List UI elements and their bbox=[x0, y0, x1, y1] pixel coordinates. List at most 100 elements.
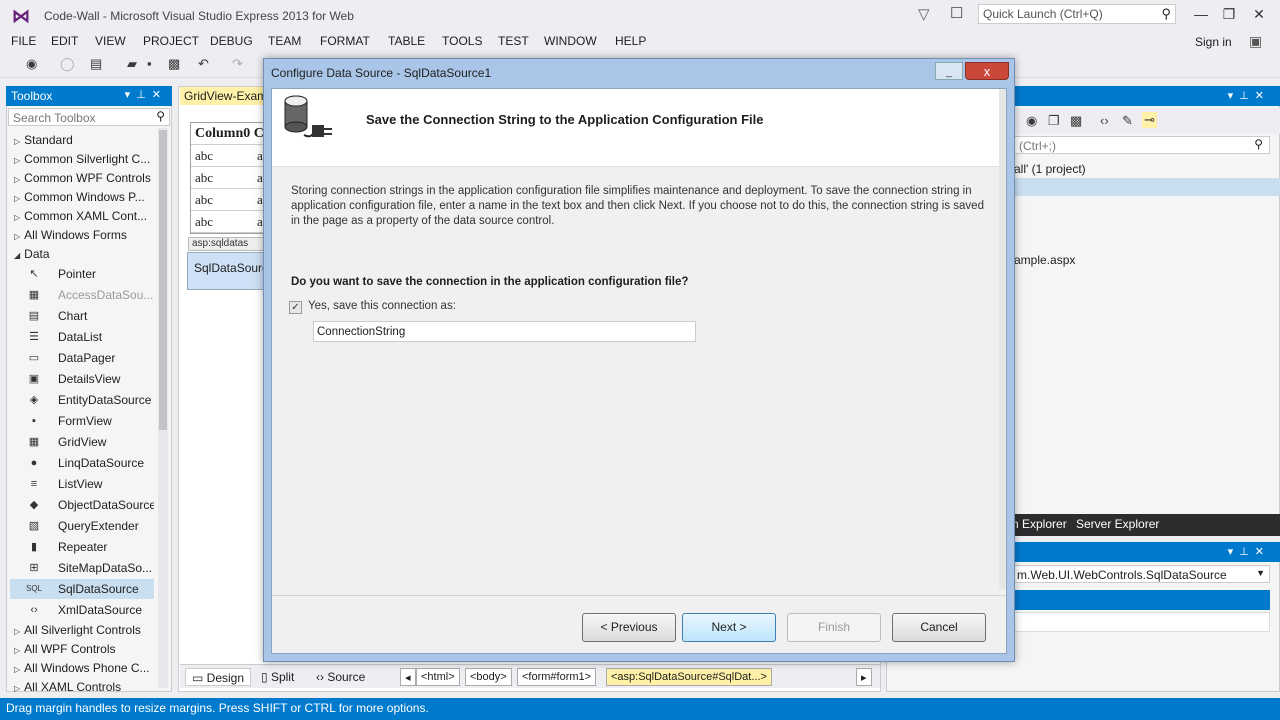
toolbox-item-chart[interactable]: ▤ Chart bbox=[10, 306, 154, 326]
menu-table[interactable]: TABLE bbox=[388, 34, 425, 48]
sign-in-link[interactable]: Sign in bbox=[1195, 35, 1232, 49]
breadcrumb-html[interactable]: <html> bbox=[416, 668, 460, 686]
toolbox-category-common-silverlight-c[interactable]: ▷ Common Silverlight C... bbox=[10, 149, 154, 169]
close-icon[interactable]: ✕ bbox=[152, 89, 167, 101]
toolbox-item-accessdatasou[interactable]: ▦ AccessDataSou... bbox=[10, 285, 154, 305]
view-code-icon[interactable]: ‹› bbox=[1100, 113, 1109, 128]
pin-icon[interactable]: ⊥ bbox=[136, 89, 152, 101]
menu-format[interactable]: FORMAT bbox=[320, 34, 370, 48]
save-icon[interactable]: ▪ bbox=[147, 56, 152, 71]
toolbox-item-objectdatasource[interactable]: ◆ ObjectDataSource bbox=[10, 495, 154, 515]
properties-grid[interactable] bbox=[1012, 612, 1270, 632]
toolbox-item-sqldatasource[interactable]: SQL SqlDataSource bbox=[10, 579, 154, 599]
dropdown-icon[interactable]: ▾ bbox=[1228, 546, 1240, 558]
toolbox-category-all-windows-phone-c[interactable]: ▷ All Windows Phone C... bbox=[10, 658, 154, 678]
minimize-window-button[interactable]: — bbox=[1190, 4, 1212, 24]
toolbox-item-gridview[interactable]: ▦ GridView bbox=[10, 432, 154, 452]
tab-design[interactable]: ▭ Design bbox=[185, 668, 252, 686]
tab-source[interactable]: ‹› Source bbox=[310, 668, 371, 686]
tab-solution-explorer[interactable]: n Explorer bbox=[1012, 517, 1067, 531]
previous-button[interactable]: < Previous bbox=[582, 613, 676, 642]
expand-arrow-icon[interactable]: ▷ bbox=[14, 194, 20, 203]
toolbox-item-detailsview[interactable]: ▣ DetailsView bbox=[10, 369, 154, 389]
toolbox-scroll-thumb[interactable] bbox=[159, 130, 167, 430]
account-icon[interactable]: ▣ bbox=[1249, 33, 1262, 50]
toolbox-search-input[interactable]: Search Toolbox ⚲ bbox=[8, 108, 170, 126]
toolbox-item-datapager[interactable]: ▭ DataPager bbox=[10, 348, 154, 368]
toolbox-item-datalist[interactable]: ☰ DataList bbox=[10, 327, 154, 347]
redo-icon[interactable]: ↷ bbox=[232, 56, 243, 72]
document-tab[interactable]: GridView-Exam bbox=[180, 87, 270, 105]
toolbox-category-common-wpf-controls[interactable]: ▷ Common WPF Controls bbox=[10, 168, 154, 188]
dropdown-icon[interactable]: ▾ bbox=[1228, 90, 1240, 102]
new-project-icon[interactable]: ▤ bbox=[90, 56, 102, 72]
breadcrumb-form[interactable]: <form#form1> bbox=[517, 668, 597, 686]
properties-icon[interactable]: ✎ bbox=[1122, 113, 1133, 129]
toolbox-item-xmldatasource[interactable]: ‹› XmlDataSource bbox=[10, 600, 154, 620]
close-icon[interactable]: ✕ bbox=[1255, 90, 1270, 102]
breadcrumb-prev[interactable]: ◂ bbox=[400, 668, 416, 686]
expand-arrow-icon[interactable]: ▷ bbox=[14, 137, 20, 146]
breadcrumb-next[interactable]: ▸ bbox=[856, 668, 872, 686]
toolbox-category-all-wpf-controls[interactable]: ▷ All WPF Controls bbox=[10, 639, 154, 659]
refresh-icon[interactable]: ◉ bbox=[1026, 113, 1037, 129]
toolbox-category-data[interactable]: ◢ Data bbox=[10, 244, 154, 264]
preview-icon[interactable]: ⊸ bbox=[1142, 112, 1157, 128]
expand-arrow-icon[interactable]: ▷ bbox=[14, 627, 20, 636]
menu-help[interactable]: HELP bbox=[615, 34, 646, 48]
menu-edit[interactable]: EDIT bbox=[51, 34, 78, 48]
toolbox-item-queryextender[interactable]: ▧ QueryExtender bbox=[10, 516, 154, 536]
filter-icon[interactable]: ▽ bbox=[918, 5, 930, 23]
breadcrumb-sqldatasource[interactable]: <asp:SqlDataSource#SqlDat...> bbox=[606, 668, 772, 686]
pin-icon[interactable]: ⊥ bbox=[1239, 546, 1255, 558]
toolbox-item-sitemapdataso[interactable]: ⊞ SiteMapDataSo... bbox=[10, 558, 154, 578]
forward-icon[interactable]: ◯ bbox=[60, 56, 75, 72]
connection-string-name-input[interactable] bbox=[313, 321, 696, 342]
solution-node[interactable]: all' (1 project) bbox=[1014, 162, 1086, 176]
expand-arrow-icon[interactable]: ▷ bbox=[14, 684, 20, 693]
menu-window[interactable]: WINDOW bbox=[544, 34, 597, 48]
next-button[interactable]: Next > bbox=[682, 613, 776, 642]
tab-split[interactable]: ▯ Split bbox=[255, 668, 300, 686]
gridview-control[interactable]: Column0 C abc abc abc abc a a a a bbox=[190, 122, 271, 234]
dialog-minimize-button[interactable]: _ bbox=[935, 62, 963, 80]
close-icon[interactable]: ✕ bbox=[1255, 546, 1270, 558]
toolbox-category-all-xaml-controls[interactable]: ▷ All XAML Controls bbox=[10, 677, 154, 697]
open-file-icon[interactable]: ▰ bbox=[127, 56, 137, 72]
restore-window-button[interactable]: ❐ bbox=[1218, 4, 1240, 24]
toolbox-item-pointer[interactable]: ↖ Pointer bbox=[10, 264, 154, 284]
feedback-icon[interactable]: ☐ bbox=[950, 4, 963, 22]
menu-file[interactable]: FILE bbox=[11, 34, 36, 48]
expand-arrow-icon[interactable]: ▷ bbox=[14, 232, 20, 241]
quick-launch-input[interactable]: Quick Launch (Ctrl+Q) ⚲ bbox=[978, 4, 1176, 24]
menu-test[interactable]: TEST bbox=[498, 34, 529, 48]
save-connection-label[interactable]: Yes, save this connection as: bbox=[308, 300, 456, 312]
toolbox-category-standard[interactable]: ▷ Standard bbox=[10, 130, 154, 150]
pin-icon[interactable]: ⊥ bbox=[1239, 90, 1255, 102]
toolbox-item-listview[interactable]: ≡ ListView bbox=[10, 474, 154, 494]
finish-button[interactable]: Finish bbox=[787, 613, 881, 642]
toolbox-item-repeater[interactable]: ▮ Repeater bbox=[10, 537, 154, 557]
solution-search-input[interactable]: (Ctrl+;) ⚲ bbox=[1012, 136, 1270, 154]
toolbox-category-all-windows-forms[interactable]: ▷ All Windows Forms bbox=[10, 225, 154, 245]
expand-arrow-icon[interactable]: ◢ bbox=[14, 251, 20, 260]
sqldatasource-control[interactable]: SqlDataSourc bbox=[187, 252, 267, 290]
close-window-button[interactable]: ✕ bbox=[1248, 4, 1270, 24]
toolbox-item-linqdatasource[interactable]: ● LinqDataSource bbox=[10, 453, 154, 473]
expand-arrow-icon[interactable]: ▷ bbox=[14, 665, 20, 674]
expand-arrow-icon[interactable]: ▷ bbox=[14, 213, 20, 222]
save-connection-checkbox[interactable]: ✓ bbox=[289, 301, 302, 314]
tab-server-explorer[interactable]: Server Explorer bbox=[1076, 517, 1159, 531]
back-icon[interactable]: ◉ bbox=[26, 56, 37, 72]
toolbox-item-entitydatasource[interactable]: ◈ EntityDataSource bbox=[10, 390, 154, 410]
toolbox-item-formview[interactable]: ▪ FormView bbox=[10, 411, 154, 431]
cancel-button[interactable]: Cancel bbox=[892, 613, 986, 642]
menu-project[interactable]: PROJECT bbox=[143, 34, 199, 48]
menu-tools[interactable]: TOOLS bbox=[442, 34, 482, 48]
expand-arrow-icon[interactable]: ▷ bbox=[14, 646, 20, 655]
toolbox-category-common-xaml-cont[interactable]: ▷ Common XAML Cont... bbox=[10, 206, 154, 226]
toolbox-category-all-silverlight-controls[interactable]: ▷ All Silverlight Controls bbox=[10, 620, 154, 640]
menu-team[interactable]: TEAM bbox=[268, 34, 301, 48]
menu-debug[interactable]: DEBUG bbox=[210, 34, 253, 48]
undo-icon[interactable]: ↶ bbox=[198, 56, 209, 72]
